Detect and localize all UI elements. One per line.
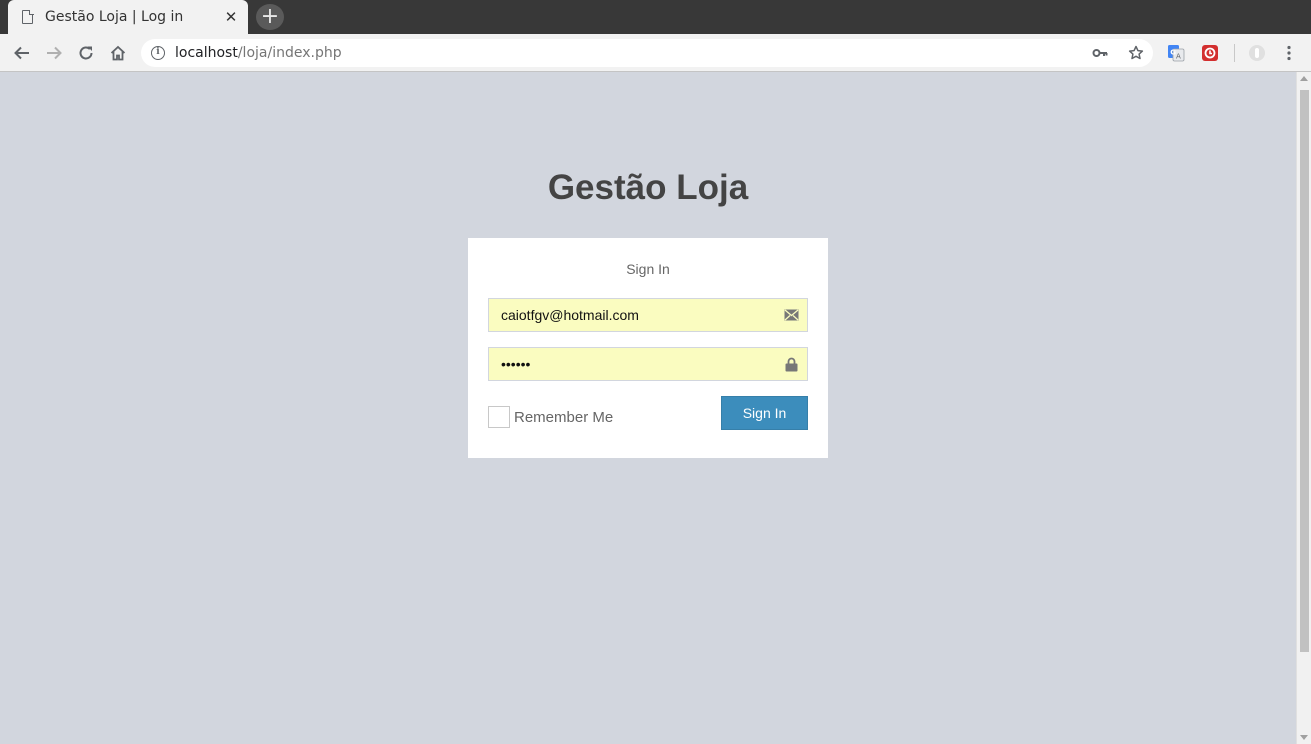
url-host: localhost bbox=[175, 45, 238, 61]
key-icon bbox=[1092, 49, 1108, 57]
tab-title: Gestão Loja | Log in bbox=[45, 9, 184, 25]
toolbar-separator bbox=[1234, 44, 1235, 62]
remember-me-group: Remember Me bbox=[488, 406, 613, 428]
address-bar[interactable]: i localhost/loja/index.php bbox=[141, 39, 1153, 67]
red-extension-button[interactable] bbox=[1198, 41, 1222, 65]
extension-badge-icon bbox=[1202, 45, 1218, 61]
reload-button[interactable] bbox=[74, 41, 98, 65]
password-field-group bbox=[488, 347, 808, 381]
email-field-group bbox=[488, 298, 808, 332]
reload-icon bbox=[79, 46, 93, 60]
browser-toolbar: i localhost/loja/index.php GA bbox=[0, 34, 1311, 72]
scrollbar-thumb[interactable] bbox=[1300, 90, 1309, 652]
bookmark-button[interactable] bbox=[1126, 43, 1146, 63]
sign-in-button[interactable]: Sign In bbox=[721, 396, 808, 430]
active-tab[interactable]: Gestão Loja | Log in ✕ bbox=[8, 0, 248, 34]
password-input[interactable] bbox=[489, 348, 807, 380]
email-input[interactable] bbox=[489, 299, 807, 331]
page-viewport: Gestão Loja Sign In Remember Me Sign In bbox=[0, 72, 1296, 744]
arrow-right-icon bbox=[47, 46, 62, 60]
profile-button[interactable] bbox=[1245, 41, 1269, 65]
login-logo: Gestão Loja bbox=[547, 168, 749, 207]
arrow-left-icon bbox=[14, 46, 29, 60]
url-path: /loja/index.php bbox=[237, 45, 342, 61]
document-icon bbox=[22, 9, 34, 24]
scroll-up-arrow-icon[interactable] bbox=[1300, 76, 1308, 81]
translate-extension-button[interactable]: GA bbox=[1164, 41, 1188, 65]
kebab-menu-icon bbox=[1287, 45, 1291, 61]
home-button[interactable] bbox=[106, 41, 130, 65]
page-scrollbar[interactable] bbox=[1296, 72, 1311, 744]
star-icon bbox=[1128, 45, 1144, 60]
svg-text:A: A bbox=[1176, 53, 1181, 61]
forward-button[interactable] bbox=[42, 41, 66, 65]
back-button[interactable] bbox=[10, 41, 34, 65]
tab-close-icon[interactable]: ✕ bbox=[224, 8, 238, 26]
tab-strip: Gestão Loja | Log in ✕ + bbox=[0, 0, 1311, 34]
browser-menu-button[interactable] bbox=[1277, 41, 1301, 65]
envelope-icon bbox=[783, 307, 799, 323]
profile-icon bbox=[1249, 45, 1265, 61]
remember-me-checkbox[interactable] bbox=[488, 406, 510, 428]
scroll-down-arrow-icon[interactable] bbox=[1300, 735, 1308, 740]
url-text[interactable]: localhost/loja/index.php bbox=[175, 45, 342, 61]
remember-me-label[interactable]: Remember Me bbox=[514, 409, 613, 426]
translate-icon: GA bbox=[1168, 45, 1185, 62]
home-icon bbox=[110, 45, 126, 61]
login-box-message: Sign In bbox=[626, 261, 670, 277]
new-tab-button[interactable]: + bbox=[256, 4, 284, 30]
site-info-icon[interactable]: i bbox=[151, 46, 165, 60]
login-box: Sign In Remember Me Sign In bbox=[468, 238, 828, 458]
lock-icon bbox=[783, 356, 799, 372]
password-key-button[interactable] bbox=[1090, 43, 1110, 63]
